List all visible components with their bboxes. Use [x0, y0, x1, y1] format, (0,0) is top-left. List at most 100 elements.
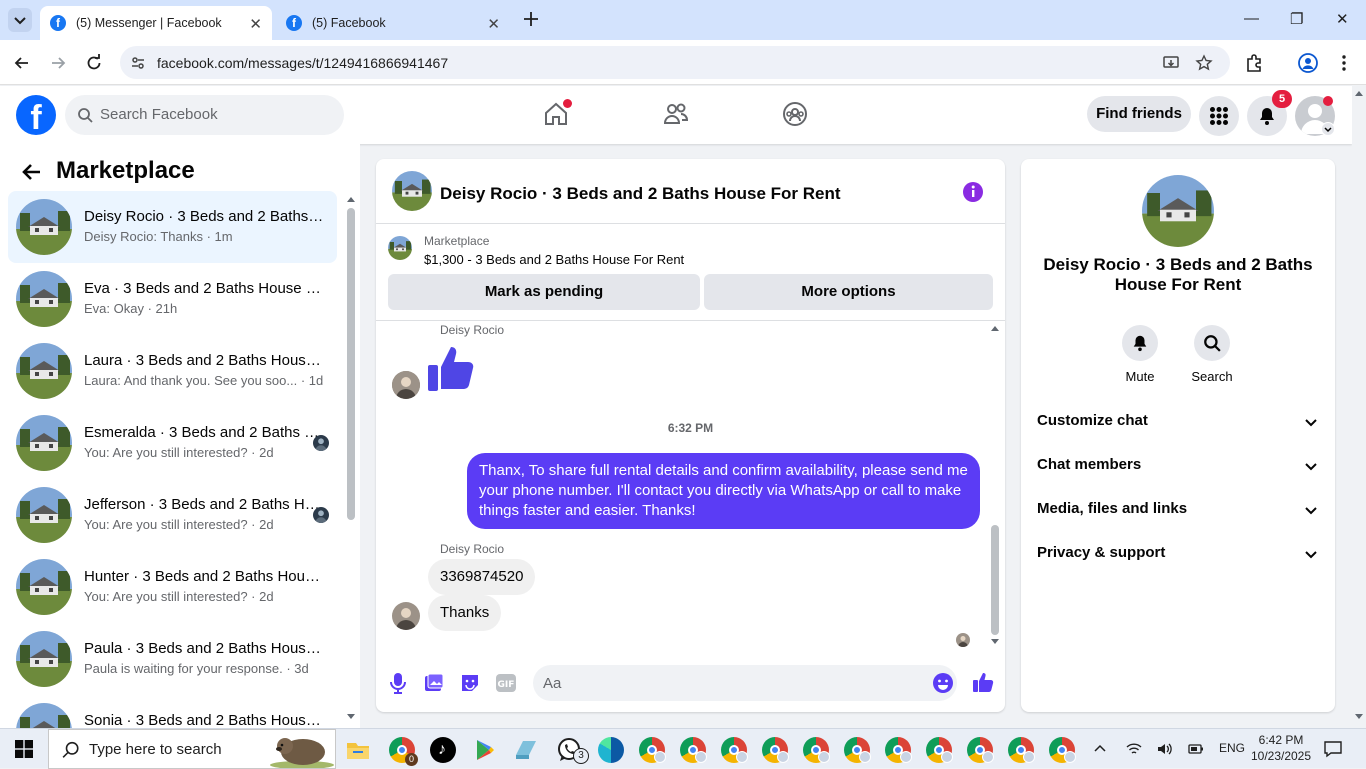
customize-chat-section[interactable]: Customize chat: [1037, 412, 1319, 436]
chrome-profile-icon[interactable]: [1008, 737, 1035, 763]
notification-center-icon[interactable]: [1324, 740, 1342, 758]
conversation-item[interactable]: Deisy Rocio · 3 Beds and 2 Baths House F…: [8, 191, 337, 263]
new-tab-button[interactable]: [520, 8, 542, 30]
gif-icon[interactable]: GIF: [496, 674, 516, 692]
chat-info-panel: Deisy Rocio · 3 Beds and 2 Baths House F…: [1021, 159, 1335, 712]
listing-avatar-large[interactable]: [1142, 175, 1214, 247]
thumbs-up-icon[interactable]: [972, 671, 994, 693]
listing-title[interactable]: $1,300 - 3 Beds and 2 Baths House For Re…: [424, 252, 684, 267]
chat-avatar[interactable]: [392, 171, 432, 211]
sender-avatar[interactable]: [392, 602, 420, 630]
chrome-profile-icon[interactable]: [721, 737, 748, 763]
incoming-message-bubble[interactable]: 3369874520: [428, 559, 536, 595]
chrome-profile-icon[interactable]: [762, 737, 789, 763]
microphone-icon[interactable]: [389, 672, 407, 694]
chrome-profile-icon[interactable]: [885, 737, 912, 763]
maximize-button[interactable]: ❐: [1290, 10, 1303, 28]
account-chevron[interactable]: [1321, 122, 1335, 136]
message-input[interactable]: Aa: [533, 665, 957, 701]
chrome-profile-icon[interactable]: [639, 737, 666, 763]
conversation-thumbnail: [16, 631, 72, 687]
tab-facebook[interactable]: f (5) Facebook ✕: [276, 6, 510, 40]
page-scrollbar[interactable]: [1352, 86, 1366, 728]
scroll-thumb[interactable]: [991, 525, 999, 635]
listing-thumbnail[interactable]: [388, 236, 412, 260]
groups-nav-button[interactable]: [781, 100, 809, 128]
message-scrollbar[interactable]: [990, 323, 1000, 649]
menu-button[interactable]: [1199, 96, 1239, 136]
chat-members-section[interactable]: Chat members: [1037, 456, 1319, 480]
find-friends-button[interactable]: Find friends: [1087, 96, 1191, 132]
volume-icon[interactable]: [1156, 741, 1172, 757]
facebook-logo[interactable]: f: [16, 95, 56, 135]
conversation-thumbnail: [16, 415, 72, 471]
battery-icon[interactable]: [1187, 741, 1205, 757]
info-icon[interactable]: [962, 181, 984, 203]
close-window-button[interactable]: ✕: [1336, 10, 1349, 28]
search-in-chat-button[interactable]: Search: [1182, 325, 1242, 384]
conversation-thumbnail: [16, 199, 72, 255]
facebook-search-input[interactable]: Search Facebook: [65, 95, 344, 135]
chrome-profile-icon[interactable]: [844, 737, 871, 763]
outgoing-message-bubble[interactable]: Thanx, To share full rental details and …: [467, 453, 980, 529]
media-files-links-section[interactable]: Media, files and links: [1037, 500, 1319, 524]
chat-title[interactable]: Deisy Rocio · 3 Beds and 2 Baths House F…: [440, 184, 841, 204]
house-photo-icon: [16, 343, 72, 399]
chrome-profile-icon[interactable]: [803, 737, 830, 763]
address-bar[interactable]: facebook.com/messages/t/1249416866941467: [120, 46, 1230, 79]
mark-as-pending-button[interactable]: Mark as pending: [388, 274, 700, 310]
install-app-icon[interactable]: [1162, 54, 1180, 72]
home-nav-button[interactable]: [542, 99, 572, 128]
conversation-item[interactable]: Eva · 3 Beds and 2 Baths House For Rent E…: [8, 263, 337, 335]
mute-button[interactable]: Mute: [1110, 325, 1170, 384]
minimize-button[interactable]: —: [1244, 10, 1259, 27]
search-label: Search: [1191, 369, 1233, 384]
forward-icon[interactable]: [48, 53, 68, 73]
scroll-thumb[interactable]: [347, 208, 355, 520]
bookmark-star-icon[interactable]: [1195, 54, 1213, 72]
profile-icon[interactable]: [1297, 52, 1319, 74]
photo-icon[interactable]: [424, 673, 444, 693]
conversation-item[interactable]: Laura · 3 Beds and 2 Baths House For Ren…: [8, 335, 337, 407]
windows-start-icon[interactable]: [15, 740, 33, 758]
site-info-icon[interactable]: [130, 55, 146, 71]
browser-menu-icon[interactable]: [1334, 53, 1354, 73]
language-indicator[interactable]: ENG: [1219, 741, 1245, 755]
close-tab-icon[interactable]: ✕: [249, 15, 262, 33]
google-play-icon[interactable]: [472, 737, 498, 763]
conversation-list-scrollbar[interactable]: [346, 194, 356, 724]
chrome-profile-icon[interactable]: [967, 737, 994, 763]
tiktok-icon[interactable]: ♪: [430, 737, 456, 763]
conversation-item[interactable]: Hunter · 3 Beds and 2 Baths House For Re…: [8, 551, 337, 623]
conversation-item[interactable]: Esmeralda · 3 Beds and 2 Baths House For…: [8, 407, 337, 479]
app-icon[interactable]: [513, 737, 539, 763]
chrome-profile-icon[interactable]: [680, 737, 707, 763]
sticker-icon[interactable]: [460, 673, 480, 693]
close-tab-icon[interactable]: ✕: [487, 15, 500, 33]
mute-label: Mute: [1125, 369, 1155, 384]
edge-icon[interactable]: [598, 737, 624, 763]
chrome-profile-icon[interactable]: [926, 737, 953, 763]
more-options-button[interactable]: More options: [704, 274, 993, 310]
reload-icon[interactable]: [84, 53, 104, 73]
tab-messenger[interactable]: f (5) Messenger | Facebook ✕: [40, 6, 272, 40]
network-icon[interactable]: [1126, 741, 1142, 757]
friends-nav-button[interactable]: [662, 100, 690, 128]
thumbs-up-sticker-icon[interactable]: [426, 343, 478, 395]
conversation-item[interactable]: Paula · 3 Beds and 2 Baths House For Ren…: [8, 623, 337, 695]
extensions-icon[interactable]: [1244, 53, 1264, 73]
back-icon[interactable]: [12, 53, 32, 73]
incoming-message-bubble[interactable]: Thanks: [428, 595, 502, 631]
sender-avatar[interactable]: [392, 371, 420, 399]
back-arrow-icon[interactable]: [21, 161, 43, 183]
conversation-item[interactable]: Sonia · 3 Beds and 2 Baths House For Ren…: [8, 695, 337, 728]
emoji-icon[interactable]: [932, 672, 954, 694]
privacy-support-section[interactable]: Privacy & support: [1037, 544, 1319, 568]
conversation-item[interactable]: Jefferson · 3 Beds and 2 Baths House For…: [8, 479, 337, 551]
taskbar-search-input[interactable]: Type here to search: [48, 729, 336, 769]
taskbar-clock[interactable]: 6:42 PM 10/23/2025: [1250, 732, 1312, 764]
file-explorer-icon[interactable]: [345, 737, 371, 763]
show-hidden-icons-chevron-icon[interactable]: [1093, 742, 1107, 756]
tab-search-button[interactable]: [8, 8, 32, 32]
chrome-profile-icon[interactable]: [1049, 737, 1076, 763]
